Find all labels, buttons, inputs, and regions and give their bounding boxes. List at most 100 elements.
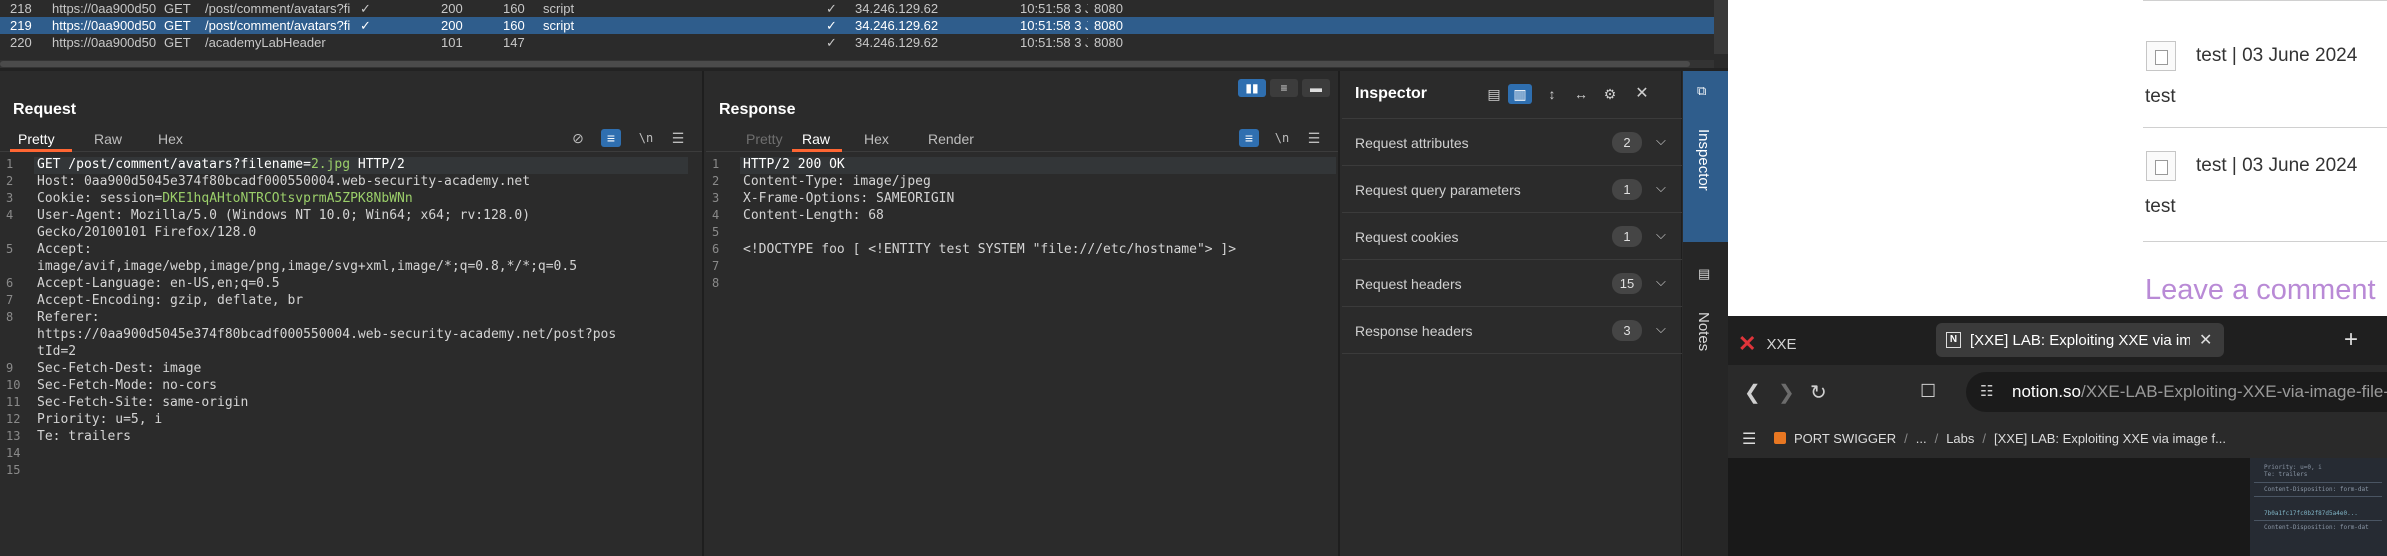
- history-vertical-scrollbar[interactable]: [1714, 0, 1728, 54]
- stacked-layout-icon[interactable]: ≡: [1270, 79, 1298, 97]
- inspector-section-request-headers[interactable]: Request headers 15 ⌵: [1342, 260, 1682, 307]
- embedded-screenshot: Priority: u=0, i Te: trailers Content-Di…: [2250, 458, 2387, 556]
- row-params-check: ✓: [360, 1, 371, 16]
- line-number: 6: [6, 276, 14, 290]
- browser-tab-notion[interactable]: N [XXE] LAB: Exploiting XXE via image fi…: [1936, 323, 2224, 357]
- tab-pretty[interactable]: Pretty: [746, 131, 783, 147]
- collapse-all-icon[interactable]: ↔: [1569, 84, 1593, 104]
- header-sec-fetch-mode: Sec-Fetch-Mode: no-cors: [37, 378, 218, 393]
- tab-raw[interactable]: Raw: [94, 131, 122, 147]
- crumb-current-page[interactable]: [XXE] LAB: Exploiting XXE via image f...: [1994, 431, 2226, 446]
- line-number: 13: [6, 429, 21, 443]
- newline-toggle-icon[interactable]: \n: [636, 129, 656, 147]
- address-bar[interactable]: ☷ notion.so/XXE-LAB-Exploiting-XXE-via-i…: [1966, 372, 2387, 412]
- crumb-labs[interactable]: Labs: [1946, 431, 1974, 446]
- row-path: /post/comment/avatars?filename...: [205, 18, 350, 33]
- inspector-section-request-cookies[interactable]: Request cookies 1 ⌵: [1342, 213, 1682, 260]
- tab-title: XXE: [1766, 336, 1797, 353]
- new-tab-plus-icon[interactable]: +: [2344, 326, 2358, 354]
- crumb-ellipsis[interactable]: ...: [1916, 431, 1927, 446]
- leave-comment-heading: Leave a comment: [2145, 274, 2376, 306]
- notion-page-body: Priority: u=0, i Te: trailers Content-Di…: [1728, 458, 2387, 556]
- hide-eye-icon[interactable]: ⊘: [568, 129, 588, 147]
- inspector-section-request-attributes[interactable]: Request attributes 2 ⌵: [1342, 119, 1682, 166]
- tab-hex[interactable]: Hex: [158, 131, 183, 147]
- inspector-section-query-parameters[interactable]: Request query parameters 1 ⌵: [1342, 166, 1682, 213]
- pretty-print-icon[interactable]: ≡: [1239, 129, 1259, 147]
- url-text: notion.so/XXE-LAB-Exploiting-XXE-via-ima…: [2012, 382, 2387, 401]
- menu-icon[interactable]: ☰: [668, 129, 688, 147]
- settings-gear-icon[interactable]: ⚙: [1598, 84, 1622, 104]
- row-length: 147: [503, 35, 525, 50]
- browser-tab-xxe[interactable]: ✕ XXE: [1738, 329, 1797, 356]
- row-mime: script: [543, 1, 575, 16]
- menu-icon[interactable]: ☰: [1304, 129, 1324, 147]
- tab-render[interactable]: Render: [928, 131, 974, 147]
- row-tls-check: ✓: [826, 1, 837, 16]
- row-method: GET: [164, 35, 191, 50]
- pretty-print-icon[interactable]: ≡: [601, 129, 621, 147]
- back-arrow-icon[interactable]: ❮: [1744, 380, 1761, 405]
- inspector-layout-active-icon[interactable]: ▥: [1508, 84, 1532, 104]
- line-number: 10: [6, 378, 21, 392]
- header-sec-fetch-dest: Sec-Fetch-Dest: image: [37, 361, 202, 376]
- table-row[interactable]: 218 https://0aa900d5045e374f8... GET /po…: [0, 0, 1714, 17]
- expand-all-icon[interactable]: ↕: [1540, 84, 1564, 104]
- side-by-side-layout-icon[interactable]: ▮▮: [1238, 79, 1266, 97]
- line-number: 4: [6, 208, 14, 222]
- row-length: 160: [503, 18, 525, 33]
- notion-icon: N: [1946, 332, 1961, 348]
- line-number: 2: [6, 174, 14, 188]
- row-port: 8080: [1094, 35, 1123, 50]
- single-pane-layout-icon[interactable]: ▬: [1302, 79, 1330, 97]
- side-tab-notes[interactable]: ▤ Notes: [1683, 242, 1728, 362]
- header-host: Host: 0aa900d5045e374f80bcadf000550004.w…: [37, 174, 531, 189]
- site-settings-icon[interactable]: ☷: [1980, 382, 1993, 400]
- table-row-selected[interactable]: 219 https://0aa900d5045e374f8... GET /po…: [0, 17, 1714, 34]
- request-tabs: Pretty Raw Hex: [0, 128, 702, 152]
- close-tab-icon[interactable]: ✕: [2199, 330, 2212, 350]
- inspector-section-response-headers[interactable]: Response headers 3 ⌵: [1342, 307, 1682, 354]
- status-line: HTTP/2 200 OK: [743, 157, 845, 172]
- line-number: 2: [712, 174, 720, 188]
- row-port: 8080: [1094, 18, 1123, 33]
- comment-divider: [2143, 241, 2387, 242]
- line-number: 8: [6, 310, 14, 324]
- sidebar-menu-icon[interactable]: ☰: [1742, 429, 1756, 449]
- row-length: 160: [503, 1, 525, 16]
- side-tab-inspector[interactable]: ⧉ Inspector: [1683, 71, 1728, 242]
- header-content-type: Content-Type: image/jpeg: [743, 174, 931, 189]
- side-tab-notes-label: Notes: [1695, 312, 1712, 352]
- chevron-down-icon: ⌵: [1656, 227, 1666, 242]
- screenshot-text: Te: trailers: [2264, 471, 2308, 478]
- section-label: Response headers: [1355, 323, 1473, 339]
- screenshot-text: Priority: u=0, i: [2264, 464, 2322, 471]
- inspector-pane: Inspector ▤ ▥ ↕ ↔ ⚙ ✕ Request attributes…: [1342, 71, 1682, 556]
- reload-icon[interactable]: ↻: [1810, 380, 1827, 405]
- response-pane: ▮▮ ≡ ▬ Response Pretty Raw Hex Render ≡ \n…: [706, 71, 1340, 556]
- portswigger-logo-icon: [1774, 432, 1786, 444]
- row-number: 218: [10, 1, 32, 16]
- tab-pretty[interactable]: Pretty: [18, 131, 55, 147]
- close-icon[interactable]: ✕: [1630, 84, 1654, 104]
- line-number: 5: [712, 225, 720, 239]
- request-pane: Request Pretty Raw Hex ⊘ ≡ \n ☰ 1 2 3 4 …: [0, 71, 704, 556]
- table-row[interactable]: 220 https://0aa900d5045e374f8... GET /ac…: [0, 34, 1714, 51]
- header-cookie: Cookie: session=DKE1hqAHtoNTRCOtsvprmA5Z…: [37, 191, 413, 206]
- row-number: 220: [10, 35, 32, 50]
- forward-arrow-icon[interactable]: ❯: [1778, 380, 1795, 405]
- header-user-agent-wrap: Gecko/20100101 Firefox/128.0: [37, 225, 257, 240]
- inspector-layout-icon[interactable]: ▤: [1482, 84, 1506, 104]
- row-ip: 34.246.129.62: [855, 18, 939, 33]
- row-host: https://0aa900d5045e374f8...: [52, 35, 156, 50]
- newline-toggle-icon[interactable]: \n: [1272, 129, 1292, 147]
- count-badge: 1: [1612, 226, 1642, 247]
- crumb-portswigger[interactable]: PORT SWIGGER: [1794, 431, 1896, 446]
- row-time: 10:51:58 3 J...: [1020, 35, 1088, 50]
- history-scroll-thumb[interactable]: [0, 61, 1690, 67]
- tab-raw[interactable]: Raw: [802, 131, 830, 147]
- header-user-agent: User-Agent: Mozilla/5.0 (Windows NT 10.0…: [37, 208, 531, 223]
- bookmark-icon[interactable]: ☐: [1920, 381, 1936, 402]
- row-time: 10:51:58 3 J...: [1020, 1, 1088, 16]
- tab-hex[interactable]: Hex: [864, 131, 889, 147]
